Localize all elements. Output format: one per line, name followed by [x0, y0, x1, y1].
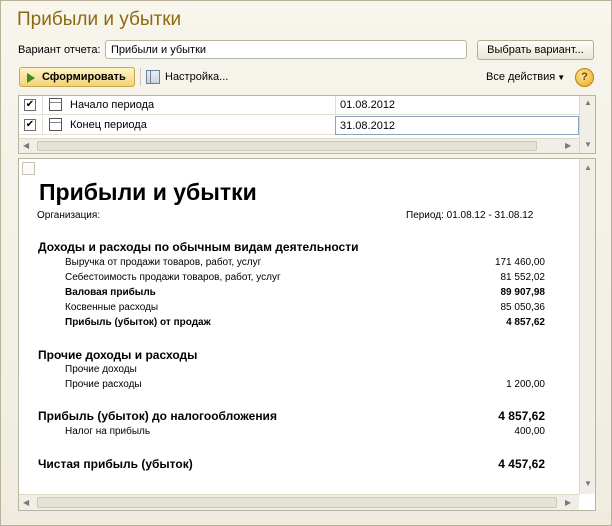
organization-label: Организация:	[37, 210, 101, 221]
total-label: Прибыль (убыток) до налогообложения	[38, 409, 277, 423]
settings-icon	[146, 70, 160, 84]
line-label: Прибыль (убыток) от продаж	[65, 317, 211, 328]
report-vertical-scrollbar[interactable]: ▲ ▼	[579, 159, 595, 494]
line-label: Себестоимость продажи товаров, работ, ус…	[65, 272, 281, 283]
settings-label: Настройка...	[165, 71, 229, 83]
variant-field[interactable]: Прибыли и убытки	[105, 40, 467, 59]
param-value[interactable]: 31.08.2012	[335, 116, 579, 135]
scroll-up-icon[interactable]: ▲	[584, 163, 592, 172]
settings-button[interactable]: Настройка...	[146, 70, 228, 86]
scroll-thumb[interactable]	[37, 141, 537, 151]
column-separator	[42, 116, 43, 135]
checkbox-icon[interactable]: ✔	[24, 119, 36, 131]
line-label: Прочие расходы	[65, 379, 142, 390]
calendar-icon	[49, 118, 62, 131]
report-line: Себестоимость продажи товаров, работ, ус…	[65, 272, 545, 283]
scroll-right-icon[interactable]: ▶	[565, 498, 571, 507]
scroll-left-icon[interactable]: ◀	[23, 498, 29, 507]
variant-label: Вариант отчета:	[18, 44, 101, 56]
checkbox-icon[interactable]: ✔	[24, 99, 36, 111]
param-value[interactable]: 01.08.2012	[335, 96, 579, 115]
period-label: Период: 01.08.12 - 31.08.12	[406, 210, 534, 221]
all-actions-menu[interactable]: Все действия ▼	[486, 71, 565, 83]
calendar-icon	[49, 98, 62, 111]
report-line: Валовая прибыль 89 907,98	[65, 287, 545, 298]
scroll-up-icon[interactable]: ▲	[584, 98, 592, 107]
report-horizontal-scrollbar[interactable]: ◀ ▶	[19, 494, 579, 510]
total-label: Чистая прибыль (убыток)	[38, 457, 193, 471]
window-title: Прибыли и убытки	[17, 9, 182, 30]
scroll-right-icon[interactable]: ▶	[565, 141, 571, 150]
total-amount: 4 457,62	[498, 457, 545, 471]
section-heading: Прочие доходы и расходы	[38, 348, 198, 362]
param-name: Конец периода	[70, 119, 147, 131]
report-line: Прибыль (убыток) от продаж 4 857,62	[65, 317, 545, 328]
line-amount: 1 200,00	[506, 379, 545, 390]
report-line: Налог на прибыль 400,00	[65, 426, 545, 437]
scroll-thumb[interactable]	[37, 497, 557, 508]
line-amount: 85 050,36	[500, 302, 546, 313]
choose-variant-button[interactable]: Выбрать вариант...	[477, 40, 594, 60]
line-amount: 400,00	[514, 426, 545, 437]
section-heading: Доходы и расходы по обычным видам деятел…	[38, 240, 359, 254]
line-amount: 171 460,00	[494, 257, 545, 268]
generate-report-button[interactable]: Сформировать	[19, 67, 135, 87]
param-name: Начало периода	[70, 99, 155, 111]
play-icon	[27, 73, 35, 83]
parameters-table: ✔ Начало периода 01.08.2012 ✔ Конец пери…	[18, 95, 596, 154]
pretax-profit-row: Прибыль (убыток) до налогообложения 4 85…	[38, 409, 545, 423]
params-horizontal-scrollbar[interactable]: ◀ ▶	[19, 138, 579, 153]
scroll-left-icon[interactable]: ◀	[23, 141, 29, 150]
line-label: Валовая прибыль	[65, 287, 156, 298]
corner-cell[interactable]	[22, 162, 35, 175]
report-window: Прибыли и убытки Вариант отчета: Прибыли…	[0, 0, 612, 526]
line-amount: 89 907,98	[500, 287, 546, 298]
total-amount: 4 857,62	[498, 409, 545, 423]
net-profit-row: Чистая прибыль (убыток) 4 457,62	[38, 457, 545, 471]
toolbar-separator	[140, 68, 141, 86]
line-amount: 4 857,62	[506, 317, 545, 328]
chevron-down-icon: ▼	[557, 73, 566, 82]
scroll-down-icon[interactable]: ▼	[584, 140, 592, 149]
line-label: Прочие доходы	[65, 364, 137, 375]
params-vertical-scrollbar[interactable]: ▲ ▼	[579, 96, 595, 153]
all-actions-label: Все действия	[486, 71, 556, 83]
line-label: Косвенные расходы	[65, 302, 159, 313]
report-area: Прибыли и убытки Организация: Период: 01…	[18, 158, 596, 511]
help-icon[interactable]: ?	[575, 68, 594, 87]
report-line: Выручка от продажи товаров, работ, услуг…	[65, 257, 545, 268]
param-row-start[interactable]: ✔ Начало периода 01.08.2012	[19, 96, 579, 115]
report-title: Прибыли и убытки	[39, 179, 257, 205]
scroll-down-icon[interactable]: ▼	[584, 479, 592, 488]
report-line: Косвенные расходы 85 050,36	[65, 302, 545, 313]
line-label: Выручка от продажи товаров, работ, услуг	[65, 257, 262, 268]
report-line: Прочие доходы	[65, 364, 545, 375]
column-separator	[42, 96, 43, 115]
line-amount: 81 552,02	[500, 272, 546, 283]
line-label: Налог на прибыль	[65, 426, 151, 437]
generate-report-label: Сформировать	[42, 71, 126, 83]
report-line: Прочие расходы 1 200,00	[65, 379, 545, 390]
param-row-end[interactable]: ✔ Конец периода 31.08.2012	[19, 116, 579, 135]
